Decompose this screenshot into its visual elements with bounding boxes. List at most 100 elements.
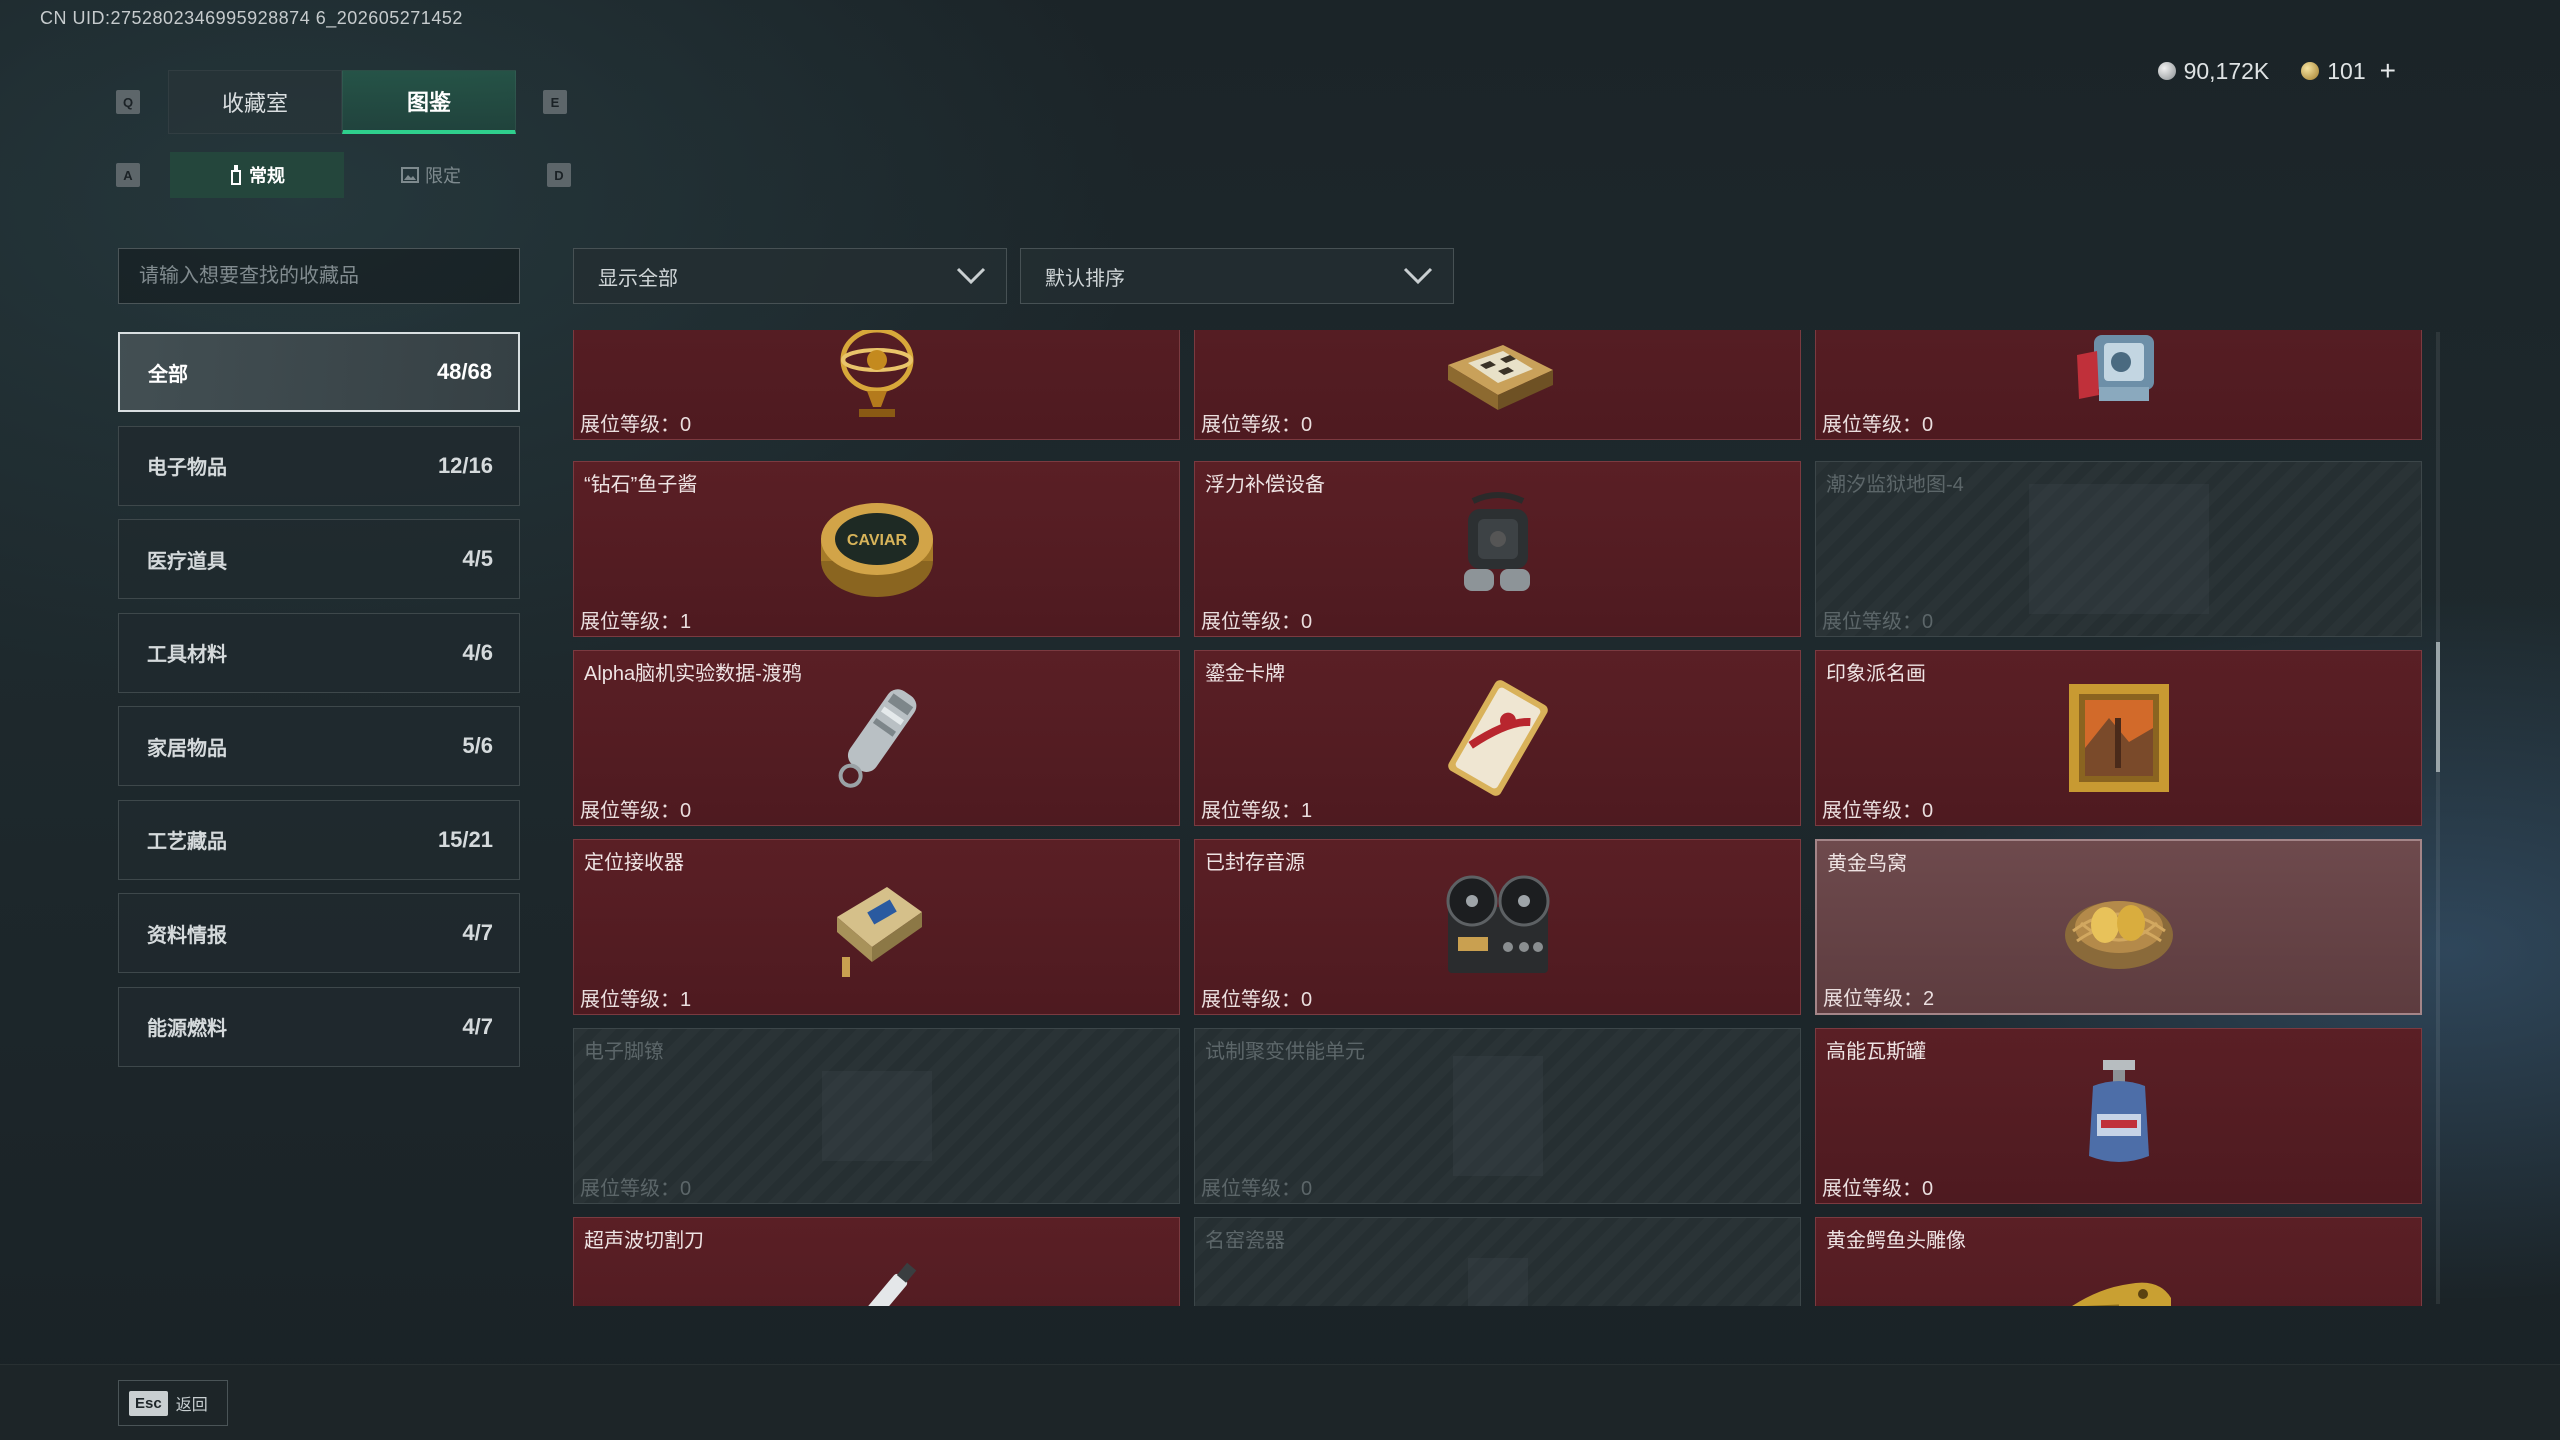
subtab-limited-label: 限定 [425, 166, 461, 186]
key-hint-prev-tab: Q [116, 90, 140, 114]
key-hint-next-tab: E [543, 90, 567, 114]
collection-card[interactable]: 展位等级：0 [1194, 330, 1801, 440]
subtab-regular[interactable]: 常规 [170, 152, 344, 198]
card-name: 黄金鸟窝 [1827, 853, 1907, 875]
collection-card[interactable]: 已封存音源 展位等级：0 [1194, 839, 1801, 1015]
category-label: 资料情报 [147, 924, 227, 947]
caviar-tin-icon: CAVIAR [820, 503, 933, 597]
search-input[interactable] [118, 248, 520, 304]
card-name: 电子脚镣 [584, 1041, 664, 1063]
ankle-monitor-icon [821, 1071, 932, 1161]
filter-dropdown-value: 显示全部 [598, 267, 678, 290]
category-tools[interactable]: 工具材料 4/6 [118, 612, 520, 693]
collection-card[interactable]: 印象派名画 展位等级：0 [1815, 650, 2422, 826]
category-count: 15/21 [437, 826, 493, 852]
caviar-label: CAVIAR [846, 532, 907, 549]
category-energy[interactable]: 能源燃料 4/7 [118, 986, 520, 1067]
card-name: 高能瓦斯罐 [1826, 1041, 1926, 1063]
golden-nest-icon [2064, 901, 2173, 969]
collection-card[interactable]: 黄金鳄鱼头雕像 [1815, 1217, 2422, 1306]
category-label: 工艺藏品 [147, 831, 227, 853]
chevron-down-icon [956, 267, 986, 285]
map-icon [2028, 484, 2209, 614]
cutter-knife-icon [846, 1262, 916, 1306]
card-level: 展位等级：0 [1822, 800, 1934, 822]
collection-card[interactable]: Alpha脑机实验数据-渡鸦 展位等级：0 [573, 650, 1180, 826]
filter-dropdown[interactable]: 显示全部 [573, 248, 1007, 304]
picture-icon [401, 167, 419, 183]
gold-currency: 101 + [2301, 55, 2396, 87]
back-button[interactable]: Esc 返回 [118, 1380, 228, 1426]
card-name: 已封存音源 [1205, 852, 1305, 874]
category-count: 4/6 [462, 639, 493, 665]
category-medical[interactable]: 医疗道具 4/5 [118, 519, 520, 599]
category-all[interactable]: 全部 48/68 [118, 332, 520, 412]
chess-box-icon [1447, 345, 1553, 410]
card-name: 印象派名画 [1826, 663, 1926, 685]
category-electronics[interactable]: 电子物品 12/16 [118, 425, 520, 506]
tab-codex[interactable]: 图鉴 [342, 70, 516, 134]
framed-painting-icon [2068, 684, 2169, 792]
collection-card-locked[interactable]: 试制聚变供能单元 展位等级：0 [1194, 1028, 1801, 1204]
collection-card-locked[interactable]: 潮汐监狱地图-4 展位等级：0 [1815, 461, 2422, 637]
category-household[interactable]: 家居物品 5/6 [118, 706, 520, 786]
card-name: 超声波切割刀 [584, 1230, 704, 1252]
category-intel[interactable]: 资料情报 4/7 [118, 893, 520, 973]
card-level: 展位等级：0 [1201, 611, 1313, 633]
collection-card-locked[interactable]: 名窑瓷器 [1194, 1217, 1801, 1306]
gold-amount: 101 [2327, 57, 2366, 84]
add-currency-button[interactable]: + [2380, 55, 2396, 87]
card-level: 展位等级：0 [1822, 1178, 1934, 1200]
collection-card[interactable]: 展位等级：0 [573, 330, 1180, 440]
bottle-icon [231, 165, 241, 185]
player-uid: CN UID:2752802346995928874 6_20260527145… [40, 8, 463, 28]
category-label: 医疗道具 [147, 550, 227, 573]
card-name: 黄金鳄鱼头雕像 [1826, 1230, 1966, 1252]
collection-card[interactable]: “钻石”鱼子酱 CAVIAR 展位等级：1 [573, 461, 1180, 637]
category-count: 12/16 [437, 452, 493, 478]
collection-card[interactable]: 定位接收器 展位等级：1 [573, 839, 1180, 1015]
collection-card[interactable]: 高能瓦斯罐 展位等级：0 [1815, 1028, 2422, 1204]
back-label: 返回 [175, 1397, 208, 1414]
porcelain-icon [1467, 1258, 1528, 1306]
gilded-card-icon [1447, 680, 1548, 796]
card-name: 试制聚变供能单元 [1205, 1041, 1365, 1063]
tab-collection-room[interactable]: 收藏室 [168, 70, 342, 134]
category-count: 4/5 [462, 546, 493, 571]
category-label: 工具材料 [147, 644, 227, 666]
card-level: 展位等级：1 [1201, 800, 1313, 822]
card-level: 展位等级：0 [1822, 611, 1934, 633]
collection-card[interactable]: 展位等级：0 [1815, 330, 2422, 440]
gas-canister-icon [2088, 1060, 2149, 1162]
collection-card[interactable]: 超声波切割刀 [573, 1217, 1180, 1306]
reel-recorder-icon [1446, 875, 1549, 973]
key-hint-prev-subtab: A [116, 163, 140, 187]
esc-key-icon: Esc [129, 1390, 168, 1416]
collection-card[interactable]: 浮力补偿设备 展位等级：0 [1194, 461, 1801, 637]
sort-dropdown[interactable]: 默认排序 [1020, 248, 1454, 304]
collection-grid: 展位等级：0 展位等级：0 展位等级：0 “钻石”鱼子酱 CAVIAR 展位等级… [572, 330, 2424, 1306]
card-level: 展位等级：0 [1201, 989, 1313, 1011]
category-count: 48/68 [436, 359, 492, 384]
card-level: 展位等级：1 [580, 989, 692, 1011]
card-level: 展位等级：1 [580, 611, 692, 633]
category-count: 4/7 [462, 920, 493, 945]
card-name: Alpha脑机实验数据-渡鸦 [584, 663, 802, 685]
card-name: 定位接收器 [584, 852, 684, 874]
currency-bar: 90,172K 101 + [2157, 54, 2396, 88]
collection-card-locked[interactable]: 电子脚镣 展位等级：0 [573, 1028, 1180, 1204]
collection-card-highlighted[interactable]: 黄金鸟窝 展位等级：2 [1815, 839, 2422, 1015]
bottom-bar [0, 1364, 2560, 1440]
diving-gear-icon [1463, 492, 1530, 591]
card-name: 潮汐监狱地图-4 [1826, 474, 1964, 496]
usb-drive-icon [838, 689, 916, 788]
silver-currency: 90,172K [2157, 58, 2269, 85]
collection-card[interactable]: 鎏金卡牌 展位等级：1 [1194, 650, 1801, 826]
card-level: 展位等级：0 [1201, 414, 1313, 436]
subtab-limited[interactable]: 限定 [344, 152, 518, 198]
scrollbar-thumb[interactable] [2436, 642, 2440, 772]
gps-receiver-icon [836, 887, 922, 977]
grid-scrollbar[interactable] [2436, 332, 2440, 1304]
gold-coin-icon [2301, 62, 2320, 80]
category-crafts[interactable]: 工艺藏品 15/21 [118, 799, 520, 880]
